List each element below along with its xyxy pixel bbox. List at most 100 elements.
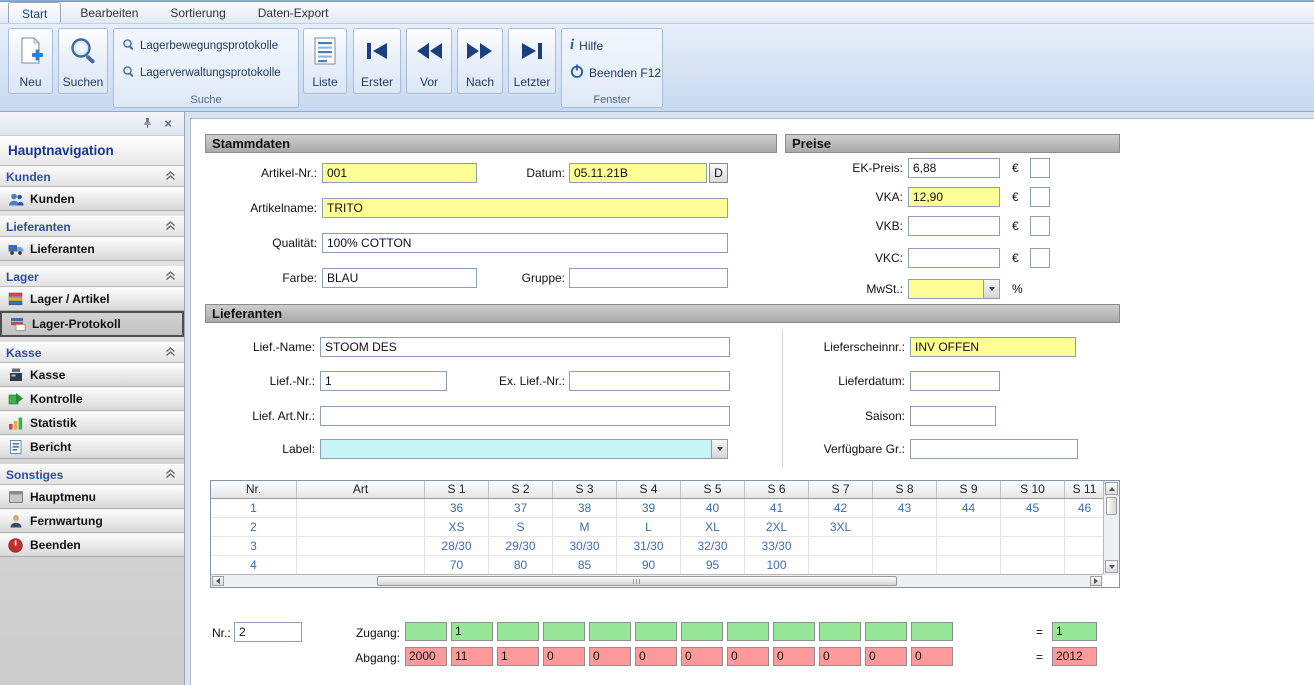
abgang-cell[interactable]: 1 — [497, 647, 539, 666]
beenden-f12-button[interactable]: Beenden F12 — [566, 59, 658, 86]
ex-lief-nr-input[interactable] — [569, 371, 730, 391]
abgang-cell[interactable]: 0 — [911, 647, 953, 666]
column-header-art[interactable]: Art — [297, 481, 425, 498]
preise-extra-box[interactable] — [1030, 158, 1050, 178]
abgang-cell[interactable]: 0 — [589, 647, 631, 666]
column-header-s-5[interactable]: S 5 — [681, 481, 745, 498]
abgang-cell[interactable]: 11 — [451, 647, 493, 666]
close-icon[interactable]: × — [164, 117, 172, 130]
sidebar-group-header-lager[interactable]: Lager — [0, 266, 184, 287]
column-header-nr[interactable]: Nr. — [211, 481, 297, 498]
verfuegbare-gr-input[interactable] — [910, 439, 1078, 459]
column-header-s-1[interactable]: S 1 — [425, 481, 489, 498]
abgang-cell[interactable]: 0 — [635, 647, 677, 666]
abgang-cell[interactable]: 0 — [773, 647, 815, 666]
sidebar-item-lieferanten[interactable]: Lieferanten — [0, 237, 184, 261]
zugang-cell[interactable] — [405, 622, 447, 641]
column-header-s-6[interactable]: S 6 — [745, 481, 809, 498]
table-row[interactable]: 47080859095100 — [211, 556, 1119, 575]
table-row[interactable]: 2XSSMLXL2XL3XL — [211, 518, 1119, 537]
scroll-up-button[interactable] — [1105, 482, 1118, 495]
sidebar-item-lager-protokoll[interactable]: Lager-Protokoll — [0, 311, 184, 337]
sidebar-item-hauptmenu[interactable]: Hauptmenu — [0, 485, 184, 509]
column-header-s-8[interactable]: S 8 — [873, 481, 937, 498]
gruppe-input[interactable] — [569, 268, 728, 288]
column-header-s-10[interactable]: S 10 — [1001, 481, 1065, 498]
table-row[interactable]: 328/3029/3030/3031/3032/3033/30 — [211, 537, 1119, 556]
column-header-s-2[interactable]: S 2 — [489, 481, 553, 498]
tab-daten-export[interactable]: Daten-Export — [245, 2, 342, 23]
abgang-cell[interactable]: 0 — [865, 647, 907, 666]
chevron-down-icon[interactable] — [711, 440, 727, 458]
artikelname-input[interactable] — [322, 198, 728, 218]
preise-extra-box[interactable] — [1030, 248, 1050, 268]
tab-bearbeiten[interactable]: Bearbeiten — [67, 2, 151, 23]
datum-picker-button[interactable]: D — [709, 163, 728, 183]
vertical-scrollbar[interactable] — [1103, 481, 1119, 574]
vertical-scrollbar-thumb[interactable] — [1106, 497, 1117, 515]
sidebar-group-header-sonstiges[interactable]: Sonstiges — [0, 464, 184, 485]
pin-icon[interactable] — [142, 117, 153, 131]
sidebar-group-header-kasse[interactable]: Kasse — [0, 342, 184, 363]
lagerverwaltungsprotokolle-button[interactable]: Lagerverwaltungsprotokolle — [118, 59, 294, 86]
erster-button[interactable]: Erster — [353, 28, 401, 94]
mwst-select[interactable] — [908, 279, 1000, 299]
sidebar-item-bericht[interactable]: Bericht — [0, 435, 184, 459]
abgang-cell[interactable]: 2000 — [405, 647, 447, 666]
column-header-s-4[interactable]: S 4 — [617, 481, 681, 498]
sidebar-item-kasse[interactable]: Kasse — [0, 363, 184, 387]
liste-button[interactable]: Liste — [303, 28, 347, 94]
lief-nr-input[interactable] — [320, 371, 447, 391]
column-header-s-11[interactable]: S 11 — [1065, 481, 1105, 498]
zugang-cell[interactable] — [681, 622, 723, 641]
column-header-s-7[interactable]: S 7 — [809, 481, 873, 498]
zugang-cell[interactable] — [543, 622, 585, 641]
qualitaet-input[interactable] — [322, 233, 728, 253]
artikel-nr-input[interactable] — [322, 163, 477, 183]
datum-input[interactable] — [569, 163, 707, 183]
chevron-down-icon[interactable] — [983, 280, 999, 298]
column-header-s-3[interactable]: S 3 — [553, 481, 617, 498]
lief-name-input[interactable] — [320, 337, 730, 357]
sidebar-group-header-lieferanten[interactable]: Lieferanten — [0, 216, 184, 237]
abgang-cell[interactable]: 0 — [681, 647, 723, 666]
scroll-left-button[interactable] — [212, 576, 224, 586]
farbe-input[interactable] — [322, 268, 477, 288]
abgang-cell[interactable]: 0 — [543, 647, 585, 666]
tab-start[interactable]: Start — [8, 2, 61, 23]
sidebar-item-lager-artikel[interactable]: Lager / Artikel — [0, 287, 184, 311]
preise-input-vkb[interactable] — [908, 216, 1000, 236]
tab-sortierung[interactable]: Sortierung — [157, 2, 238, 23]
suchen-button[interactable]: Suchen — [58, 28, 108, 94]
table-row[interactable]: 13637383940414243444546 — [211, 499, 1119, 518]
hilfe-button[interactable]: i Hilfe — [566, 32, 658, 59]
lief-artnr-input[interactable] — [320, 406, 730, 426]
lieferdatum-input[interactable] — [910, 371, 1000, 391]
vor-button[interactable]: Vor — [406, 28, 452, 94]
scroll-down-button[interactable] — [1105, 560, 1118, 573]
zugang-cell[interactable] — [911, 622, 953, 641]
preise-extra-box[interactable] — [1030, 216, 1050, 236]
sidebar-group-header-kunden[interactable]: Kunden — [0, 166, 184, 187]
zugang-cell[interactable] — [497, 622, 539, 641]
saison-input[interactable] — [910, 406, 996, 426]
horizontal-scrollbar-thumb[interactable] — [377, 576, 897, 586]
abgang-cell[interactable]: 0 — [727, 647, 769, 666]
nach-button[interactable]: Nach — [457, 28, 503, 94]
sidebar-item-beenden[interactable]: Beenden — [0, 533, 184, 557]
zugang-cell[interactable] — [865, 622, 907, 641]
zugang-cell[interactable] — [635, 622, 677, 641]
label-select[interactable] — [320, 439, 728, 459]
neu-button[interactable]: Neu — [8, 28, 53, 94]
zugang-cell[interactable] — [773, 622, 815, 641]
column-header-s-9[interactable]: S 9 — [937, 481, 1001, 498]
preise-input-vkc[interactable] — [908, 248, 1000, 268]
lieferscheinnr-input[interactable] — [910, 337, 1076, 357]
sidebar-item-kontrolle[interactable]: Kontrolle — [0, 387, 184, 411]
zugang-cell[interactable] — [819, 622, 861, 641]
sidebar-item-kunden[interactable]: Kunden — [0, 187, 184, 211]
sidebar-item-statistik[interactable]: Statistik — [0, 411, 184, 435]
lagerbewegungsprotokolle-button[interactable]: Lagerbewegungsprotokolle — [118, 32, 294, 59]
abgang-cell[interactable]: 0 — [819, 647, 861, 666]
zugang-cell[interactable] — [727, 622, 769, 641]
